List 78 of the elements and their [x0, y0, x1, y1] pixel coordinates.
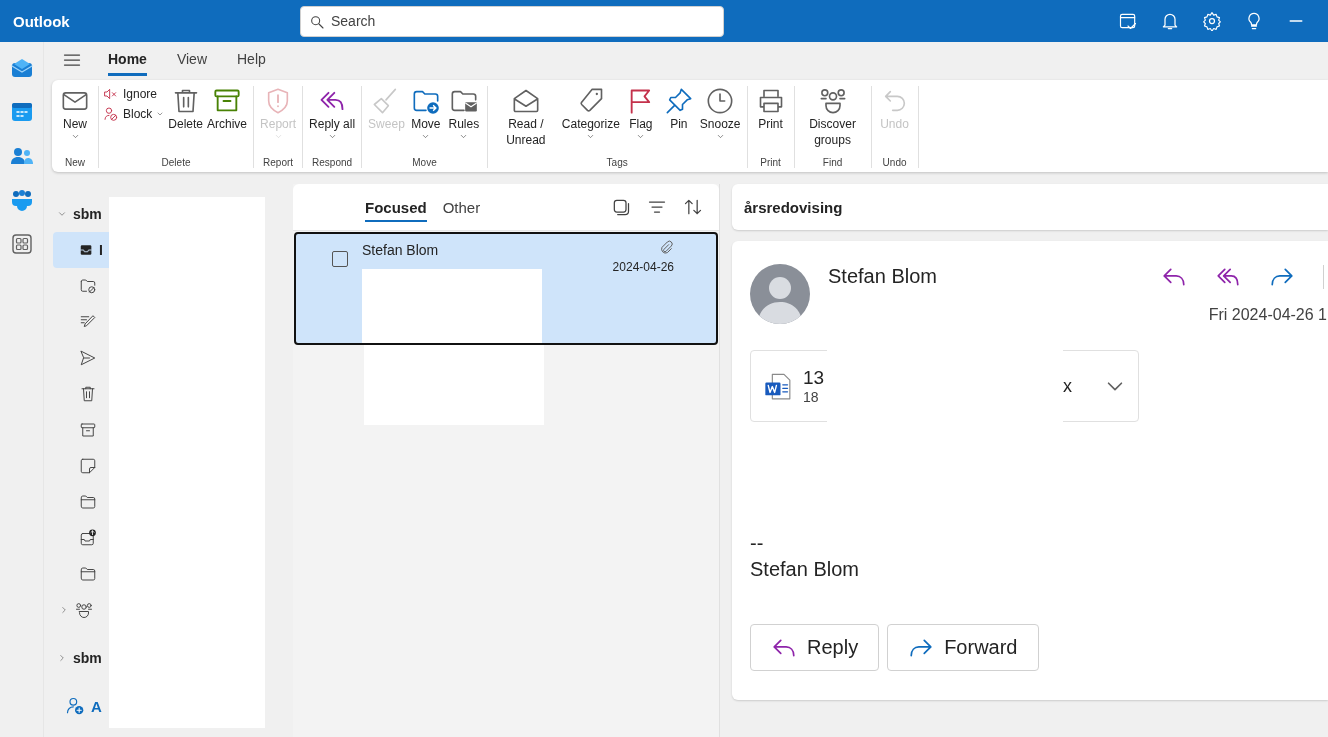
- group-label: Undo: [882, 157, 907, 168]
- folder-icon: [79, 493, 97, 511]
- ribbon-button[interactable]: Archive: [205, 86, 250, 132]
- sender-name: Stefan Blom: [362, 242, 440, 258]
- ribbon-button[interactable]: Flag: [621, 86, 660, 141]
- ribbon-button[interactable]: New: [56, 86, 94, 141]
- list-tab[interactable]: Other: [442, 192, 481, 222]
- ribbon-button[interactable]: Snooze: [697, 86, 743, 141]
- ribbon-button[interactable]: Read / Unread: [491, 86, 560, 148]
- attachment-card[interactable]: 13 18 x: [750, 350, 1139, 422]
- open-envelope-icon: [511, 87, 540, 115]
- mail-app-icon[interactable]: [9, 56, 34, 80]
- ribbon-button[interactable]: Reply all: [307, 86, 358, 141]
- add-account-button[interactable]: A: [53, 688, 109, 724]
- ribbon-button[interactable]: Categorize: [559, 86, 622, 141]
- ribbon-button[interactable]: Block: [103, 106, 165, 122]
- ribbon-tab[interactable]: Help: [237, 44, 266, 76]
- pin-icon: [664, 87, 693, 115]
- ribbon-button[interactable]: Move: [406, 86, 445, 141]
- group-label: Tags: [606, 157, 628, 168]
- blocked-person-icon: [103, 106, 119, 122]
- app-title: Outlook: [13, 12, 71, 30]
- folder-blocked-icon: [79, 277, 97, 295]
- group-label: Move: [412, 157, 437, 168]
- group-label: Report: [263, 157, 294, 168]
- ribbon-button[interactable]: Print: [751, 86, 790, 132]
- message-row[interactable]: Stefan Blom 2024-04-26: [294, 232, 718, 345]
- list-tab[interactable]: Focused: [365, 192, 427, 222]
- body-text: --: [750, 531, 765, 556]
- trash-icon: [79, 385, 97, 403]
- subject-title: årsredovising: [732, 184, 1328, 230]
- ribbon-button[interactable]: Discover groups: [798, 86, 867, 148]
- folder-item[interactable]: I: [53, 232, 109, 268]
- send-icon: [79, 349, 97, 367]
- note-icon: [79, 457, 97, 475]
- ribbon-tab[interactable]: Home: [108, 44, 147, 76]
- ribbon-button[interactable]: Pin: [659, 86, 698, 132]
- people-icon: [818, 87, 847, 115]
- attachment-size: 18: [803, 389, 820, 405]
- message-date: Fri 2024-04-26 1: [1208, 306, 1328, 324]
- select-icon[interactable]: [611, 197, 631, 217]
- ribbon-button[interactable]: Delete: [166, 86, 206, 132]
- attachment-name: x: [1063, 375, 1072, 397]
- team-icon[interactable]: [9, 188, 34, 212]
- apps-icon[interactable]: [9, 232, 34, 256]
- account-header[interactable]: sbm: [53, 640, 109, 676]
- sender-name: Stefan Blom: [828, 265, 937, 289]
- calendar-check-icon[interactable]: [1118, 11, 1138, 31]
- search-field[interactable]: Search: [300, 5, 724, 37]
- muted-speaker-icon: [103, 86, 119, 102]
- account-header[interactable]: sbm: [53, 196, 109, 232]
- group-label: Print: [760, 157, 781, 168]
- group-label: Respond: [312, 157, 353, 168]
- clock-icon: [706, 87, 735, 115]
- search-icon: [309, 13, 325, 30]
- settings-icon[interactable]: [1202, 11, 1222, 31]
- group-label: Delete: [161, 157, 191, 168]
- calendar-icon[interactable]: [9, 100, 34, 124]
- group-label: New: [65, 157, 85, 168]
- avatar: [750, 264, 810, 324]
- body-text: Stefan Blom: [750, 557, 860, 582]
- message-date: 2024-04-26: [612, 260, 674, 274]
- folder-icon: [79, 565, 97, 583]
- checkbox[interactable]: [332, 251, 348, 267]
- ribbon-button[interactable]: Ignore: [103, 86, 165, 102]
- action-button[interactable]: Reply: [750, 624, 880, 671]
- group-label: Find: [822, 157, 843, 168]
- action-button[interactable]: Forward: [887, 624, 1039, 671]
- outbox-icon: [79, 529, 97, 547]
- add-person-icon: [65, 696, 85, 716]
- ribbon-button[interactable]: Rules: [444, 86, 483, 141]
- word-document-icon: [763, 372, 791, 400]
- ribbon-tab[interactable]: View: [176, 44, 207, 76]
- people-icon: [75, 601, 93, 619]
- archive-box-icon: [79, 421, 97, 439]
- attachment-name: 13: [803, 367, 826, 389]
- bell-icon[interactable]: [1160, 11, 1180, 31]
- sort-icon[interactable]: [683, 197, 703, 217]
